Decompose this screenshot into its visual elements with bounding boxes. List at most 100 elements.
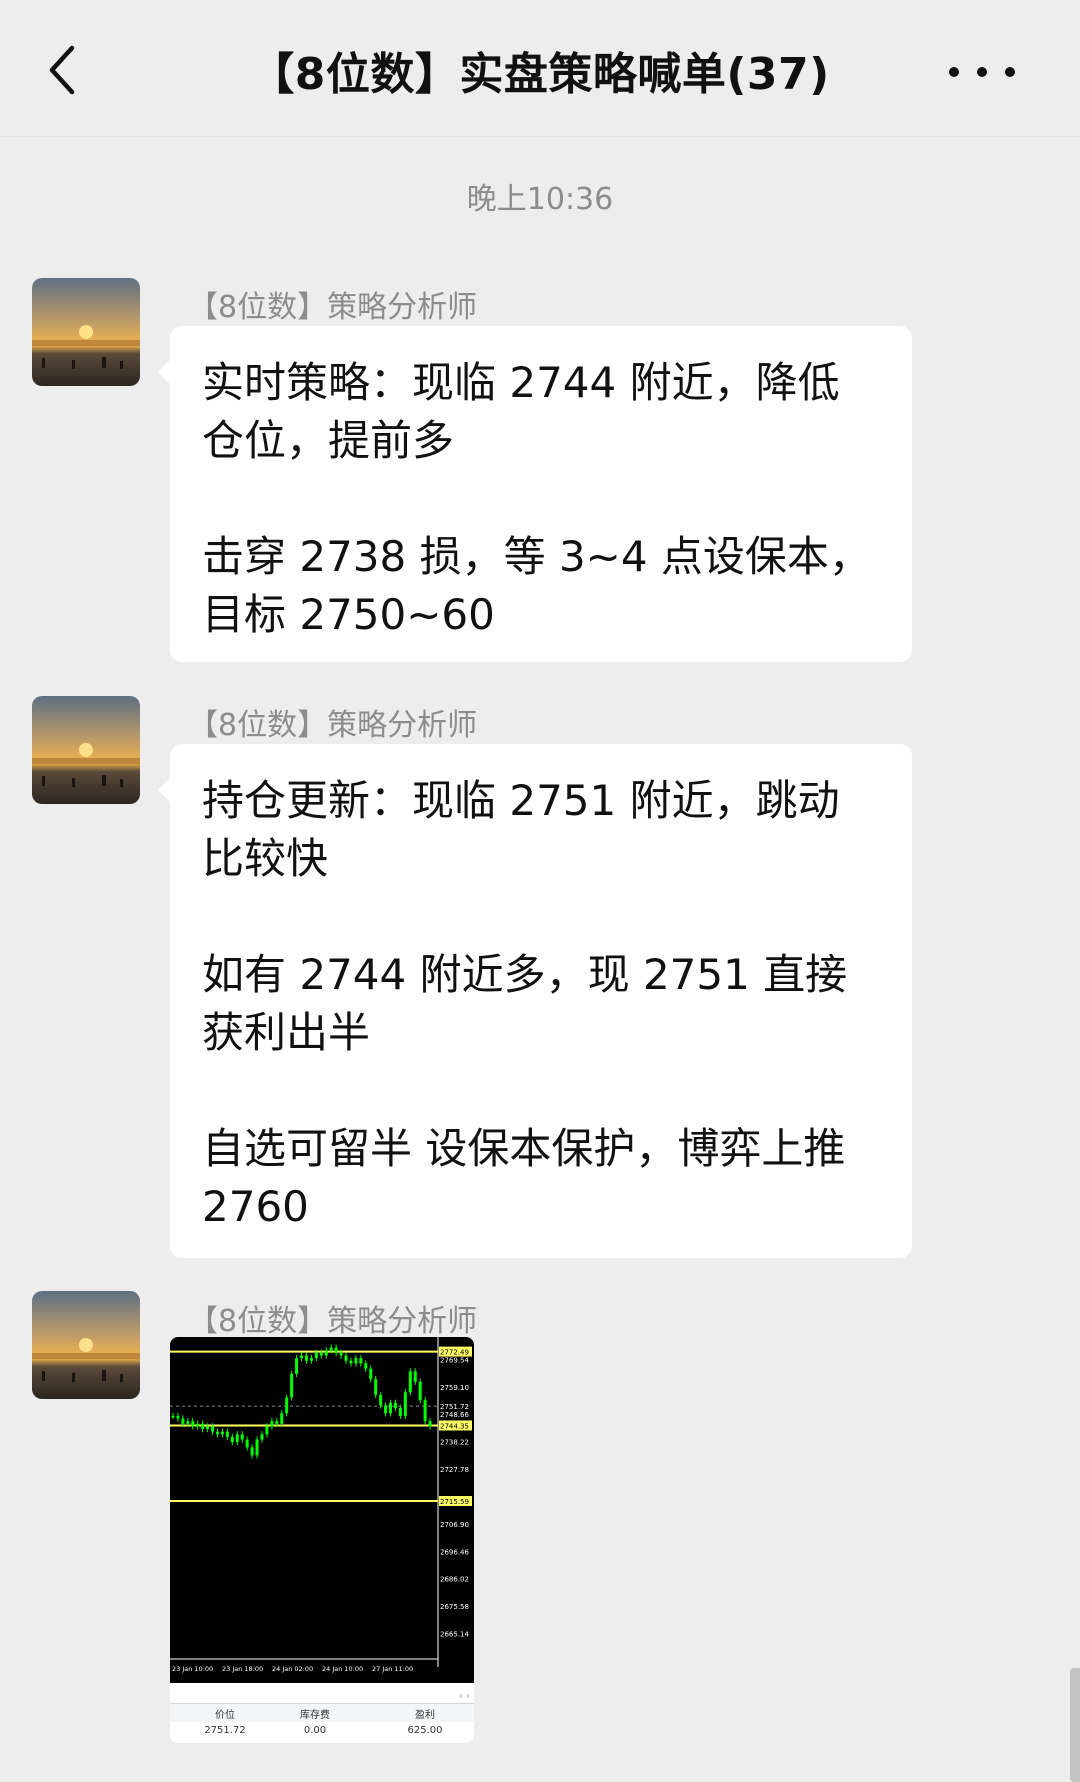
chart-image-message[interactable]: 2772.49 2769.54 2759.10 2751.72 2748.66 2744.…	[170, 1337, 474, 1743]
price-chart: 2772.49 2769.54 2759.10 2751.72 2748.66 2744.…	[170, 1337, 474, 1683]
price-candle-body	[260, 1434, 264, 1440]
table-header-cell: 价位	[215, 1710, 235, 1721]
price-candle-body	[225, 1431, 229, 1437]
price-candle-body	[309, 1358, 313, 1361]
time-tick-label: 24 Jan 10:00	[322, 1665, 363, 1673]
price-candle-body	[334, 1347, 338, 1353]
price-tick-label: 2715.59	[440, 1498, 469, 1506]
price-tick-label: 2665.14	[440, 1631, 469, 1639]
sender-name: 【8位数】策略分析师	[188, 1304, 478, 1339]
price-tick-label: 2738.22	[440, 1439, 469, 1447]
price-tick-label: 2696.46	[440, 1548, 469, 1556]
chat-title: 【8位数】实盘策略喊单(37)	[250, 49, 830, 100]
sender-name: 【8位数】策略分析师	[188, 290, 478, 325]
price-candle-body	[319, 1352, 323, 1356]
price-candle-body	[300, 1355, 304, 1359]
table-cell: 625.00	[407, 1725, 443, 1736]
price-chart-svg: 2772.492769.542759.102751.722748.662744.…	[170, 1337, 472, 1673]
price-tick-label: 2769.54	[440, 1356, 469, 1364]
price-candle-body	[285, 1397, 289, 1414]
price-candle-body	[265, 1426, 269, 1435]
price-candle-body	[206, 1426, 210, 1430]
time-tick-label: 23 Jan 18:00	[222, 1665, 263, 1673]
price-tick-label: 2748.66	[440, 1411, 469, 1419]
time-tick-label: 24 Jan 02:00	[272, 1665, 313, 1673]
price-candle-body	[255, 1439, 259, 1456]
price-tick-label: 2751.72	[440, 1403, 469, 1411]
price-candle-body	[290, 1373, 294, 1398]
price-candle-body	[364, 1363, 368, 1369]
price-candle-body	[369, 1368, 373, 1380]
price-candle-body	[211, 1426, 215, 1432]
price-candle-body	[240, 1434, 244, 1440]
table-header-cell: 盈利	[415, 1710, 435, 1721]
scrollbar-indicator[interactable]	[1070, 1668, 1080, 1782]
price-candle-body	[398, 1408, 402, 1416]
price-candle-body	[344, 1355, 348, 1361]
price-candle-body	[176, 1415, 180, 1419]
price-tick-label: 2759.10	[440, 1384, 469, 1392]
time-tick-label: 27 Jan 11:00	[372, 1665, 413, 1673]
price-candle-body	[324, 1350, 328, 1356]
positions-table: ‹ › 价位 库存费 盈利 2751.72 0.00 625.00	[170, 1683, 474, 1743]
price-candle-body	[250, 1447, 254, 1456]
price-candle-body	[275, 1421, 279, 1424]
price-candle-body	[270, 1421, 274, 1427]
table-cell: 0.00	[303, 1725, 327, 1736]
sender-avatar[interactable]	[32, 696, 140, 804]
price-candle-body	[245, 1439, 249, 1448]
message-timestamp: 晚上10:36	[466, 182, 614, 217]
price-tick-label: 2744.35	[440, 1422, 469, 1430]
sunset-avatar-image	[32, 1291, 140, 1399]
price-candle-body	[408, 1371, 412, 1393]
price-candle-body	[359, 1358, 363, 1364]
price-candle-body	[393, 1402, 397, 1409]
price-candle-body	[423, 1400, 427, 1422]
price-candle-body	[389, 1402, 393, 1414]
table-header: 价位 库存费 盈利	[170, 1703, 474, 1722]
price-candle-body	[201, 1423, 205, 1430]
price-candle-body	[220, 1431, 224, 1435]
table-cell: 2751.72	[204, 1725, 246, 1736]
price-candle-body	[295, 1358, 299, 1374]
table-header-cell: 库存费	[300, 1710, 330, 1721]
price-candle-body	[413, 1371, 417, 1382]
price-candle-body	[196, 1423, 200, 1427]
price-candle-body	[230, 1436, 234, 1443]
price-tick-label: 2675.58	[440, 1603, 469, 1611]
price-candle-body	[191, 1421, 195, 1427]
message-text: 自选可留半 设保本保护，博弈上推 2760	[202, 1124, 846, 1231]
price-candle-body	[314, 1352, 318, 1359]
message-text: 击穿 2738 损，等 3~4 点设保本，目标 2750~60	[202, 532, 871, 639]
price-candle-body	[171, 1415, 175, 1418]
sender-avatar[interactable]	[32, 1291, 140, 1399]
price-candle-body	[304, 1355, 308, 1361]
price-candle-body	[186, 1421, 190, 1424]
sunset-avatar-image	[32, 278, 140, 386]
price-candle-body	[349, 1360, 353, 1364]
message-bubble[interactable]: 持仓更新：现临 2751 附近，跳动比较快 如有 2744 附近多，现 2751…	[158, 744, 912, 1258]
table-scroll-icon: ‹ ›	[458, 1691, 470, 1702]
price-candle-body	[428, 1421, 432, 1427]
price-candle-body	[215, 1431, 219, 1435]
top-bar: 【8位数】实盘策略喊单(37)	[0, 0, 1080, 137]
price-tick-label: 2686.02	[440, 1576, 469, 1584]
table-row: 2751.72 0.00 625.00	[170, 1723, 474, 1741]
price-candle-body	[181, 1418, 185, 1424]
price-candle-body	[374, 1379, 378, 1395]
price-candle-body	[418, 1381, 422, 1401]
sunset-avatar-image	[32, 696, 140, 804]
sender-avatar[interactable]	[32, 278, 140, 386]
price-tick-label: 2706.90	[440, 1521, 469, 1529]
price-candle-body	[329, 1347, 333, 1351]
message-text: 如有 2744 附近多，现 2751 直接获利出半	[202, 950, 848, 1057]
price-candle-body	[379, 1394, 383, 1406]
more-dots-icon[interactable]	[940, 62, 1024, 82]
message-bubble[interactable]: 实时策略：现临 2744 附近，降低仓位，提前多 击穿 2738 损，等 3~4…	[158, 326, 912, 662]
price-candle-body	[280, 1413, 284, 1424]
message-text: 实时策略：现临 2744 附近，降低仓位，提前多	[202, 358, 840, 465]
price-candle-body	[354, 1358, 358, 1364]
message-text: 持仓更新：现临 2751 附近，跳动比较快	[202, 776, 840, 883]
time-tick-label: 23 Jan 10:00	[172, 1665, 213, 1673]
price-candle-body	[384, 1405, 388, 1414]
